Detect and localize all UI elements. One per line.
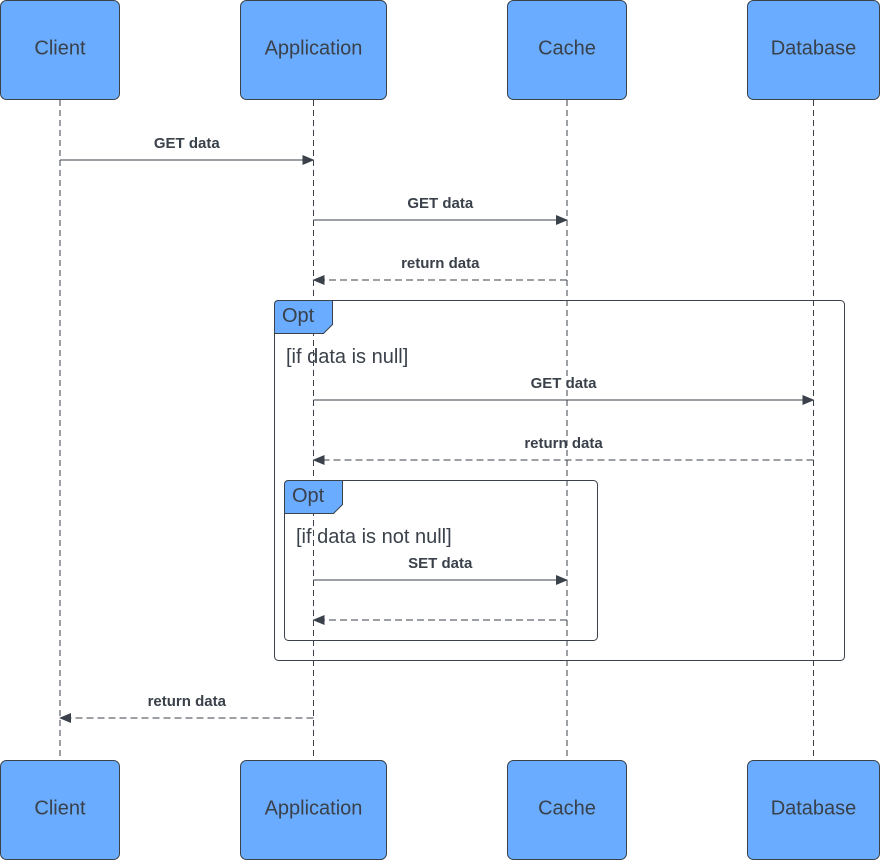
message: return data — [312, 435, 814, 465]
message: SET data — [313, 555, 568, 585]
message-label: GET data — [531, 375, 598, 392]
participant-label: Database — [771, 797, 857, 819]
opt-operator: Opt — [292, 485, 325, 507]
participant-label: Cache — [538, 797, 596, 819]
message-label: SET data — [408, 555, 473, 572]
message: return data — [312, 255, 567, 285]
participant-label: Application — [265, 797, 363, 819]
participant-client-top[interactable]: Client — [0, 0, 120, 100]
message: GET data — [60, 135, 315, 165]
opt-guard: [if data is not null] — [296, 526, 452, 548]
message-label: return data — [148, 693, 227, 710]
message-label: return data — [401, 255, 480, 272]
participant-label: Client — [34, 37, 86, 59]
participant-application-top[interactable]: Application — [240, 0, 387, 100]
participant-cache-top[interactable]: Cache — [507, 0, 627, 100]
participant-cache-bottom[interactable]: Cache — [507, 760, 627, 860]
participant-label: Application — [265, 37, 363, 59]
message: GET data — [313, 195, 568, 225]
message: GET data — [313, 375, 815, 405]
participant-label: Database — [771, 37, 857, 59]
participant-application-bottom[interactable]: Application — [240, 760, 387, 860]
sequence-diagram: Opt [if data is null] Opt [if data is not n… — [0, 0, 880, 860]
opt-operator: Opt — [282, 305, 315, 327]
message-label: GET data — [407, 195, 474, 212]
opt-guard: [if data is null] — [286, 346, 408, 368]
participant-label: Cache — [538, 37, 596, 59]
message: return data — [59, 693, 314, 723]
message-label: return data — [524, 435, 603, 452]
participant-client-bottom[interactable]: Client — [0, 760, 120, 860]
participant-label: Client — [34, 797, 86, 819]
participant-database-top[interactable]: Database — [747, 0, 880, 100]
participant-database-bottom[interactable]: Database — [747, 760, 880, 860]
message-label: GET data — [154, 135, 221, 152]
